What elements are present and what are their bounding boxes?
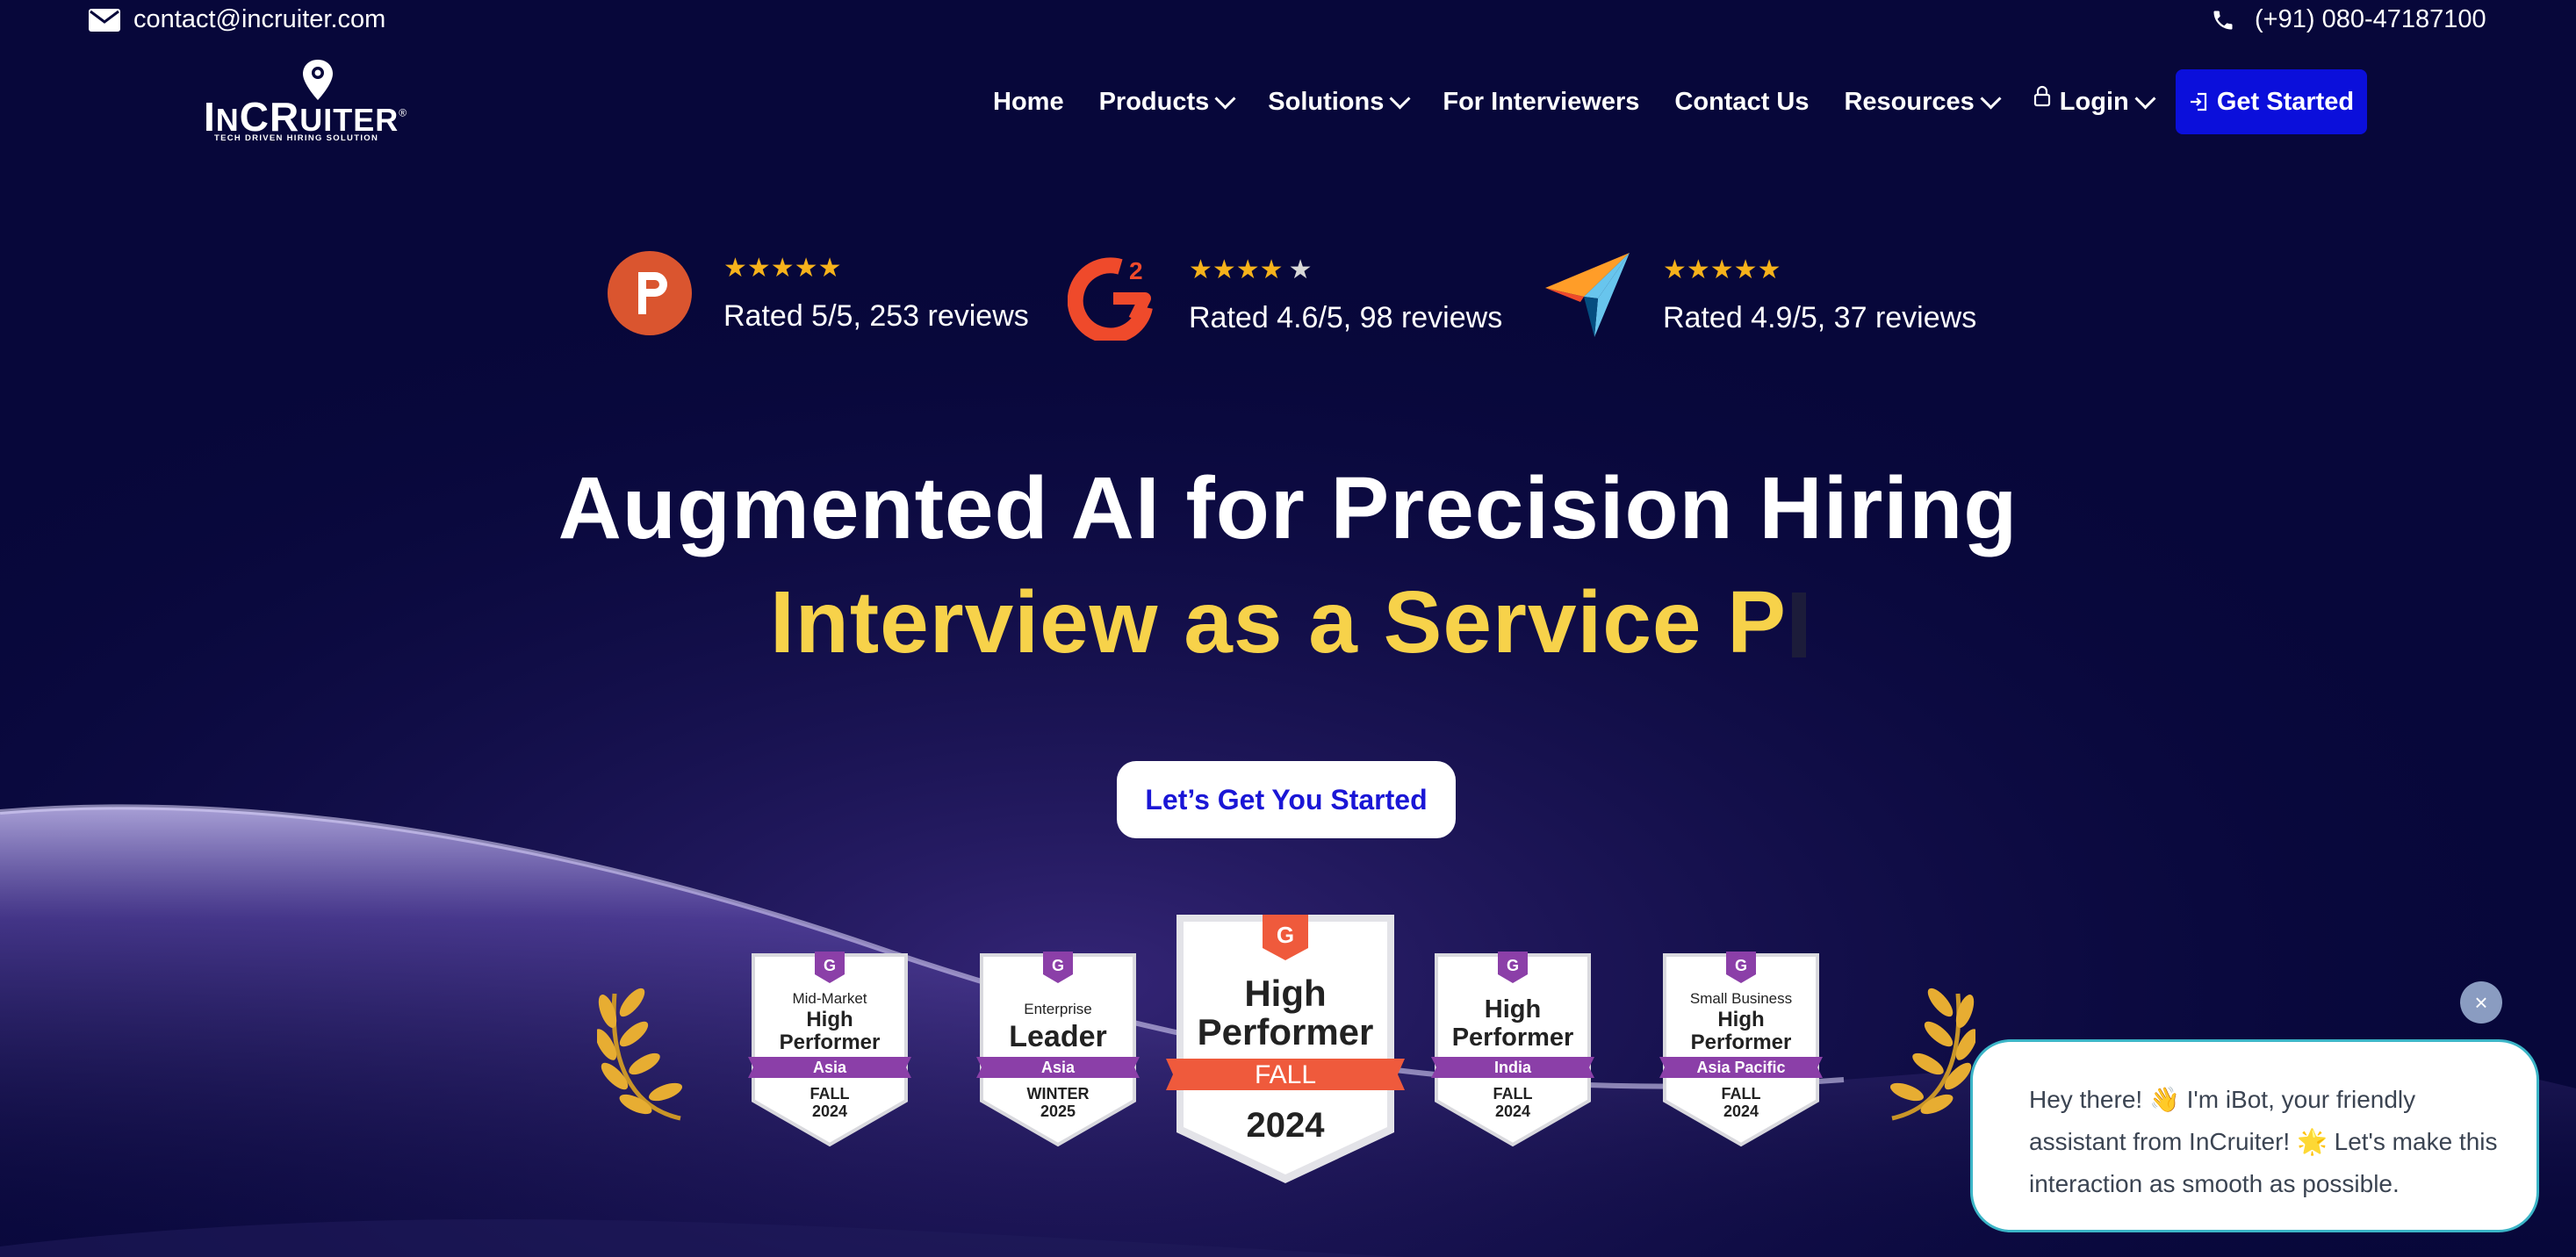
rating-text: Rated 5/5, 253 reviews [723, 299, 1029, 333]
sign-in-icon [2190, 92, 2206, 111]
nav-resources-label: Resources [1844, 87, 1975, 116]
rating-g2[interactable]: 2 ★★★★ ★ Rated 4.6/5, 98 reviews [1068, 249, 1502, 341]
rating-text: Rated 4.9/5, 37 reviews [1663, 301, 1977, 334]
nav-for-interviewers-label: For Interviewers [1443, 87, 1640, 116]
chat-message: Hey there! 👋 I'm iBot, your friendly ass… [2029, 1086, 2498, 1197]
logo-tagline: TECH DRIVEN HIRING SOLUTION [214, 133, 379, 143]
badge-title-line1: Leader [1009, 1020, 1107, 1053]
badge-year: 2024 [1723, 1103, 1759, 1120]
topbar-phone[interactable]: (+91) 080-47187100 [2211, 5, 2486, 34]
phone-text: (+91) 080-47187100 [2255, 5, 2486, 33]
capterra-icon [1545, 253, 1630, 337]
svg-text:2: 2 [1129, 257, 1143, 284]
incruiter-logo[interactable]: INCRUITER® TECH DRIVEN HIRING SOLUTION [204, 58, 407, 146]
badge-top-label: Enterprise [1024, 1001, 1092, 1017]
badge-season: FALL [809, 1085, 850, 1103]
badge-region: Asia Pacific [1696, 1059, 1786, 1076]
nav-for-interviewers[interactable]: For Interviewers [1443, 88, 1639, 117]
g2-badge-enterprise-leader: G Enterprise Leader Asia WINTER 2025 [976, 948, 1140, 1150]
badge-top-label: Small Business [1689, 990, 1793, 1007]
nav-contact-us[interactable]: Contact Us [1674, 88, 1809, 117]
rating-capterra[interactable]: ★★★★★ Rated 4.9/5, 37 reviews [1545, 249, 1976, 341]
get-started-button[interactable]: Get Started [2176, 69, 2367, 134]
nav-solutions-label: Solutions [1268, 87, 1385, 116]
g2-badge-mid-market: G Mid-Market High Performer Asia FALL 20… [748, 948, 911, 1150]
badge-season: WINTER [1026, 1085, 1090, 1103]
chat-greeting-bubble[interactable]: Hey there! 👋 I'm iBot, your friendly ass… [1970, 1039, 2539, 1232]
badge-title-line1: High [806, 1008, 853, 1031]
badge-year: 2024 [1494, 1103, 1531, 1120]
nav-resources[interactable]: Resources [1844, 87, 2002, 117]
rating-text: Rated 4.6/5, 98 reviews [1189, 301, 1503, 334]
phone-icon [2213, 11, 2233, 29]
badge-year: 2025 [1040, 1103, 1076, 1120]
chevron-down-icon [2134, 87, 2156, 110]
badge-title-line1: High [1717, 1008, 1765, 1031]
badge-region: Asia [812, 1059, 847, 1076]
svg-text:G: G [1507, 957, 1519, 974]
badge-title-line1: High [1484, 995, 1542, 1024]
nav-home-label: Home [993, 87, 1064, 116]
svg-text:G: G [1277, 922, 1294, 948]
nav-contact-us-label: Contact Us [1674, 87, 1810, 116]
rating-product-hunt[interactable]: ★★★★★ Rated 5/5, 253 reviews [606, 249, 1029, 337]
hero-typed-line: Interview as a Service P [0, 572, 2576, 673]
lets-get-started-button[interactable]: Let’s Get You Started [1117, 761, 1456, 838]
mail-icon [89, 8, 120, 32]
close-icon: × [2474, 988, 2488, 1016]
badge-region: FALL [1254, 1060, 1317, 1089]
nav-products-label: Products [1098, 87, 1210, 116]
chevron-down-icon [1389, 87, 1411, 110]
email-text: contact@incruiter.com [133, 5, 386, 33]
badge-top-label: Mid-Market [792, 990, 867, 1007]
badge-season: FALL [1721, 1085, 1761, 1103]
badge-season: FALL [1493, 1085, 1533, 1103]
g2-badge-high-performer-fall: G High Performer FALL 2024 [1164, 909, 1407, 1187]
lock-icon [2033, 85, 2050, 107]
laurel-right-icon [1890, 988, 1975, 1121]
chevron-down-icon [1214, 87, 1236, 110]
svg-text:G: G [824, 957, 836, 974]
badge-title-line1: High [1244, 973, 1327, 1014]
badge-title-line2: Performer [779, 1031, 881, 1054]
rating-stars: ★★★★★ [1189, 255, 1313, 284]
product-hunt-icon [608, 251, 692, 335]
hero-headline: Augmented AI for Precision Hiring [558, 459, 2018, 557]
typing-cursor [1792, 593, 1807, 657]
chat-close-button[interactable]: × [2460, 981, 2502, 1024]
badge-title-line2: Performer [1197, 1011, 1374, 1052]
badge-title-line2: Performer [1451, 1024, 1574, 1052]
main-nav: Home Products Solutions For Interviewers… [993, 79, 2188, 125]
nav-login[interactable]: Login [2033, 85, 2156, 117]
nav-login-label: Login [2059, 87, 2129, 116]
topbar-email[interactable]: contact@incruiter.com [88, 5, 385, 34]
badge-year: 2024 [811, 1103, 848, 1120]
nav-home[interactable]: Home [993, 88, 1064, 117]
nav-solutions[interactable]: Solutions [1268, 87, 1411, 117]
get-started-label: Get Started [2216, 87, 2355, 116]
rating-stars: ★★★★★ [1663, 255, 1781, 284]
g2-icon: 2 [1068, 257, 1153, 341]
badge-year: 2024 [1246, 1106, 1325, 1145]
badge-region: India [1493, 1059, 1531, 1076]
laurel-left-icon [597, 988, 682, 1121]
badge-title-line2: Performer [1690, 1031, 1792, 1054]
g2-badge-small-business: G Small Business High Performer Asia Pac… [1659, 948, 1823, 1150]
nav-products[interactable]: Products [1098, 87, 1236, 117]
badge-region: Asia [1040, 1059, 1076, 1076]
svg-text:G: G [1735, 957, 1747, 974]
rating-stars: ★★★★★ [723, 254, 842, 283]
svg-text:G: G [1052, 957, 1064, 974]
hero-typed-text: Interview as a Service P [769, 573, 1788, 672]
g2-badge-high-performer-india: G High Performer India FALL 2024 [1431, 948, 1594, 1150]
chevron-down-icon [1980, 87, 2002, 110]
